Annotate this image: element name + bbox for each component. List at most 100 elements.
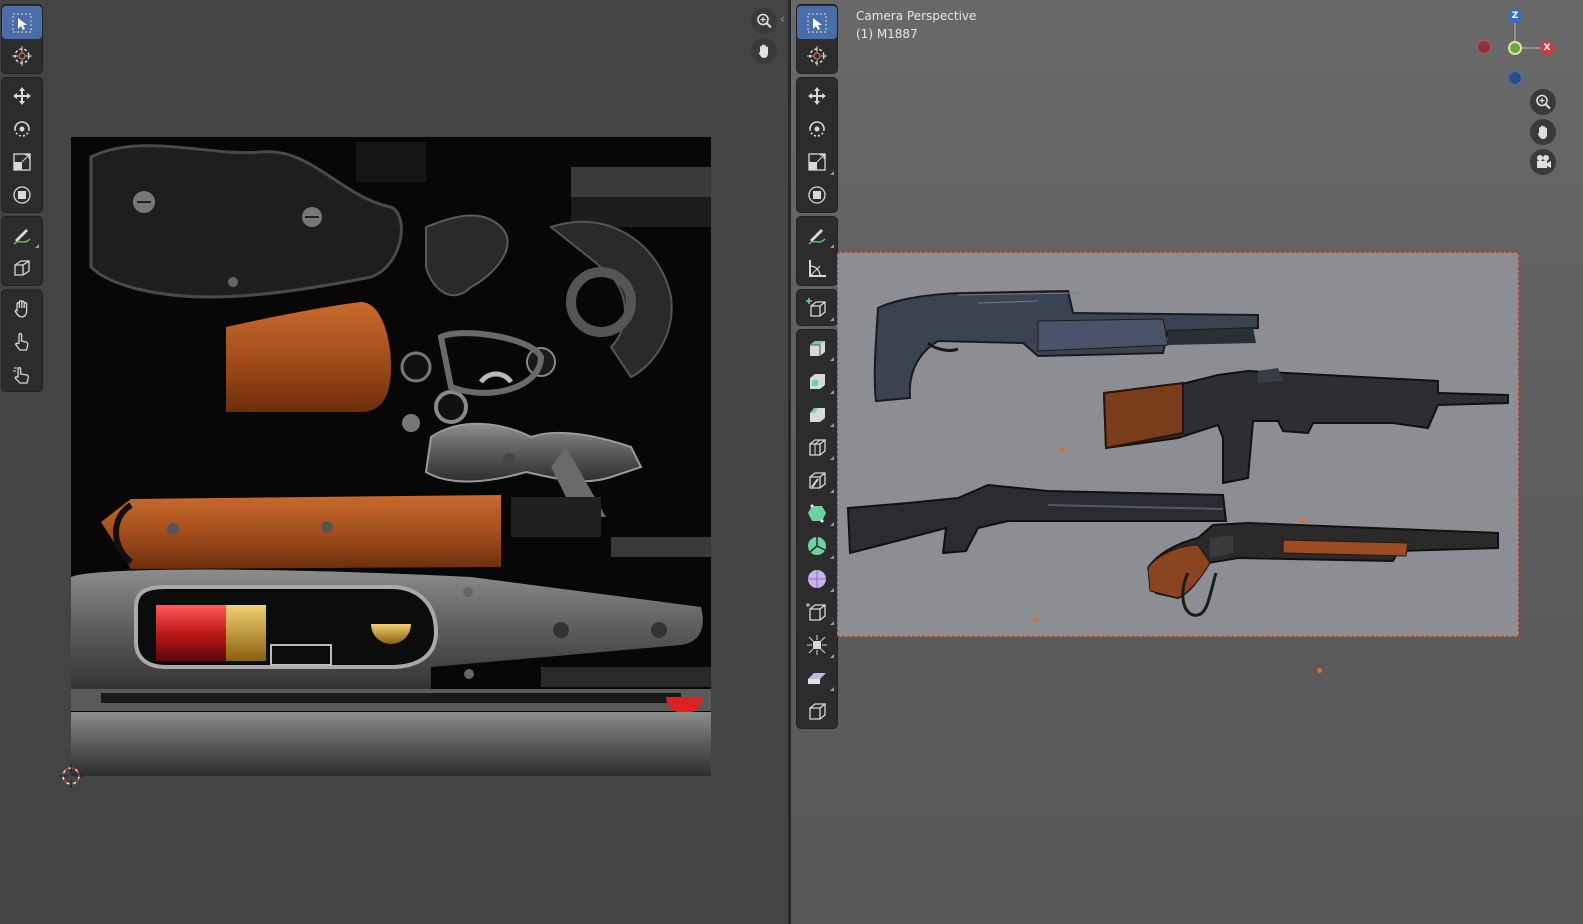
uv-toolbar xyxy=(2,5,42,396)
scale-tool[interactable] xyxy=(797,145,837,178)
shotgun-texture-atlas xyxy=(71,137,711,776)
gizmo-z-axis[interactable]: Z xyxy=(1508,9,1522,23)
scale-tool[interactable] xyxy=(2,145,42,178)
viewport-pan-button[interactable] xyxy=(1530,119,1556,145)
uv-texture-image xyxy=(71,137,711,776)
gizmo-x-axis[interactable]: X xyxy=(1540,41,1554,55)
select-box-icon xyxy=(12,13,32,32)
viewport-zoom-button[interactable] xyxy=(1530,89,1556,115)
camera-icon xyxy=(1537,155,1551,168)
shotgun-models xyxy=(846,289,1509,617)
viewport-toolbar xyxy=(797,5,837,733)
transform-icon xyxy=(808,185,826,204)
vp-tool-group-mesh xyxy=(797,330,837,728)
vp-tool-group-annotate xyxy=(797,217,837,285)
hand-icon xyxy=(1537,125,1547,139)
measure-tool[interactable] xyxy=(797,251,837,284)
extrude-tool[interactable] xyxy=(797,331,837,364)
move-tool[interactable] xyxy=(797,79,837,112)
zoom-icon xyxy=(757,13,772,29)
knife-tool[interactable] xyxy=(797,463,837,496)
select-box-tool[interactable] xyxy=(797,6,837,39)
bevel-tool[interactable] xyxy=(797,397,837,430)
gizmo-neg-z-axis[interactable] xyxy=(1508,71,1522,85)
pinch-icon xyxy=(15,332,29,351)
cursor-icon xyxy=(12,45,32,66)
rip-icon xyxy=(809,702,826,720)
rotate-tool[interactable] xyxy=(2,112,42,145)
navigation-gizmo[interactable]: Z X xyxy=(1475,6,1555,86)
poly-build-icon xyxy=(808,504,826,522)
move-icon xyxy=(13,86,31,105)
relax-tool[interactable] xyxy=(2,357,42,390)
camera-view-button[interactable] xyxy=(1530,149,1556,175)
transform-tool[interactable] xyxy=(2,178,42,211)
smooth-tool[interactable] xyxy=(797,562,837,595)
object-origin-dot[interactable] xyxy=(1033,617,1038,622)
2d-cursor-icon[interactable] xyxy=(59,764,83,788)
shrink-fatten-icon xyxy=(807,634,827,655)
shotgun-model-4 xyxy=(1146,521,1499,617)
inset-tool[interactable] xyxy=(797,364,837,397)
object-origin-dot[interactable] xyxy=(1300,518,1305,523)
gizmo-y-axis[interactable] xyxy=(1508,41,1522,55)
hand-icon xyxy=(758,44,768,58)
shotgun-model-3 xyxy=(846,483,1228,555)
zoom-icon xyxy=(1536,94,1551,110)
rip-tool[interactable] xyxy=(797,694,837,727)
extrude-icon xyxy=(810,340,825,356)
edge-slide-icon xyxy=(806,602,826,621)
scale-icon xyxy=(808,152,826,171)
scale-icon xyxy=(13,152,31,171)
move-tool[interactable] xyxy=(2,79,42,112)
gizmo-neg-x-axis[interactable] xyxy=(1477,40,1491,54)
poly-build-tool[interactable] xyxy=(797,496,837,529)
rotate-icon xyxy=(809,120,825,137)
move-icon xyxy=(808,86,826,105)
vp-tool-group-transform xyxy=(797,78,837,212)
rotate-icon xyxy=(14,120,30,137)
uv-zoom-button[interactable] xyxy=(751,8,777,34)
cube-project-icon xyxy=(14,259,30,276)
annotate-icon xyxy=(808,228,826,245)
shrink-fatten-tool[interactable] xyxy=(797,628,837,661)
transform-tool[interactable] xyxy=(797,178,837,211)
shear-icon xyxy=(808,672,826,684)
cube-project-tool[interactable] xyxy=(2,251,42,284)
vp-tool-group-add xyxy=(797,290,837,325)
edge-slide-tool[interactable] xyxy=(797,595,837,628)
object-origin-dot[interactable] xyxy=(1317,668,1322,673)
bevel-icon xyxy=(810,407,825,422)
uv-tool-group-select xyxy=(2,5,42,73)
rotate-tool[interactable] xyxy=(797,112,837,145)
viewport-info-overlay: Camera Perspective (1) M1887 xyxy=(856,7,976,43)
object-origin-dot[interactable] xyxy=(1060,448,1065,453)
cursor-tool[interactable] xyxy=(797,39,837,72)
sidebar-toggle-icon[interactable]: ‹ xyxy=(780,12,785,26)
loop-cut-tool[interactable] xyxy=(797,430,837,463)
view-mode-label: Camera Perspective xyxy=(856,9,977,23)
grab-tool[interactable] xyxy=(2,291,42,324)
measure-icon xyxy=(809,259,826,277)
uv-tool-group-transform xyxy=(2,78,42,212)
cursor-icon xyxy=(807,45,827,66)
spin-tool[interactable] xyxy=(797,529,837,562)
transform-icon xyxy=(13,185,31,204)
uv-tool-group-sculpt xyxy=(2,290,42,391)
shear-tool[interactable] xyxy=(797,661,837,694)
uv-tool-group-annotate xyxy=(2,217,42,285)
uv-editor: ‹ xyxy=(0,0,788,924)
add-cube-tool[interactable] xyxy=(797,291,837,324)
add-cube-icon xyxy=(806,297,826,317)
pinch-tool[interactable] xyxy=(2,324,42,357)
vp-tool-group-select xyxy=(797,5,837,73)
knife-icon xyxy=(809,471,826,489)
cursor-tool[interactable] xyxy=(2,39,42,72)
annotate-tool[interactable] xyxy=(2,218,42,251)
relax-icon xyxy=(13,366,29,384)
annotate-tool[interactable] xyxy=(797,218,837,251)
shotgun-model-2 xyxy=(1102,368,1509,485)
select-box-tool[interactable] xyxy=(2,6,42,39)
active-object-label: (1) M1887 xyxy=(856,27,918,41)
uv-pan-button[interactable] xyxy=(751,38,777,64)
